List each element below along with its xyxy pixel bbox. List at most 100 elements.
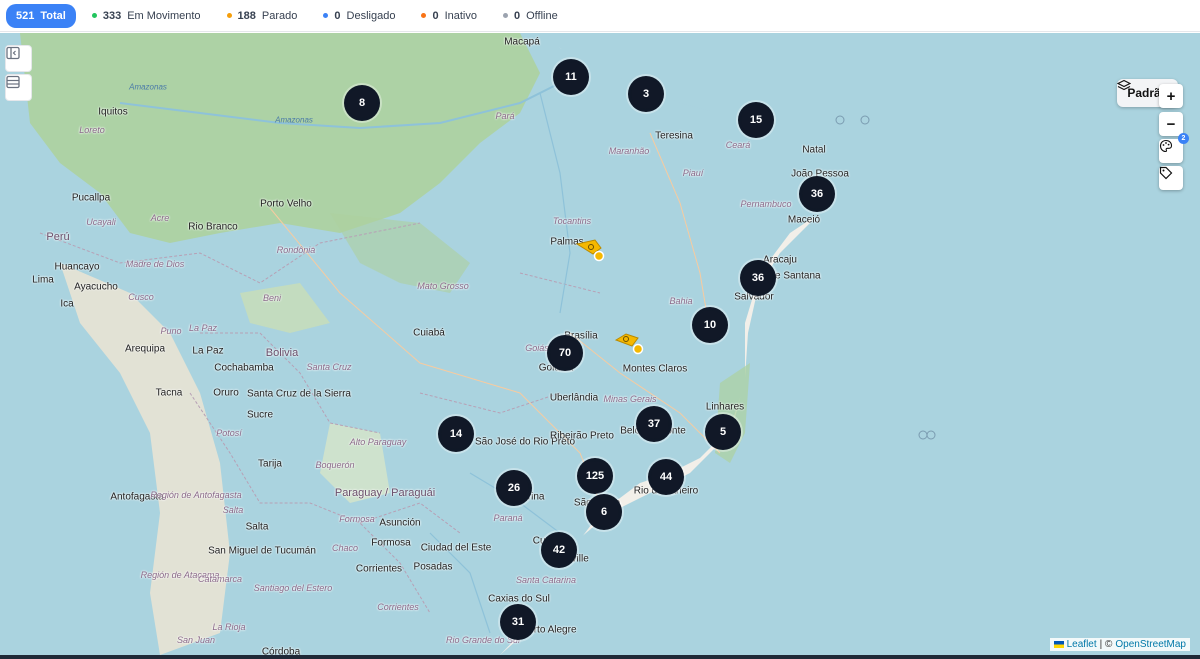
attribution-separator: | © — [1099, 639, 1113, 650]
place-label: Tarija — [258, 458, 282, 470]
offline-status-dot — [502, 13, 508, 18]
inactive-label: Inativo — [444, 9, 477, 22]
place-label: Paraná — [493, 513, 523, 523]
place-label: Santiago del Estero — [253, 583, 333, 593]
vehicle-cluster[interactable]: 36 — [740, 260, 776, 296]
place-label: Maranhão — [608, 146, 650, 156]
place-label: Cuiabá — [413, 327, 445, 339]
place-label: Chaco — [331, 543, 359, 553]
tag-icon — [1159, 166, 1173, 180]
filter-total-chip[interactable]: 521 Total — [6, 3, 76, 28]
place-label: Porto Velho — [260, 198, 312, 210]
place-label: Asunción — [379, 517, 421, 529]
vehicle-cluster[interactable]: 15 — [738, 102, 774, 138]
place-label: Oruro — [213, 387, 239, 399]
place-label: Macapá — [504, 36, 540, 48]
filter-inactive-chip[interactable]: 0 Inativo — [411, 4, 487, 28]
vehicle-cluster[interactable]: 8 — [344, 85, 380, 121]
total-label: Total — [40, 9, 66, 22]
filter-offline-chip[interactable]: 0 Offline — [493, 4, 568, 28]
place-label: Ciudad del Este — [420, 542, 492, 554]
vehicle-cluster[interactable]: 44 — [648, 459, 684, 495]
place-label: Linhares — [705, 401, 745, 413]
sidebar-toggle-button[interactable] — [5, 45, 32, 72]
map-canvas[interactable]: Macapá Amazonas Iquitos Loreto Amazonas … — [0, 33, 1200, 655]
place-label: Mato Grosso — [417, 281, 469, 291]
vehicle-cluster[interactable]: 11 — [553, 59, 589, 95]
layers-icon — [1117, 79, 1132, 91]
place-label: Huancayo — [54, 261, 100, 273]
place-label: Perú — [46, 231, 70, 243]
filter-moving-chip[interactable]: 333 Em Movimento — [82, 4, 211, 28]
place-label: Pernambuco — [740, 199, 792, 209]
vehicle-cluster[interactable]: 42 — [541, 532, 577, 568]
place-label: Madre de Dios — [125, 259, 185, 269]
place-label: Formosa — [371, 537, 411, 549]
place-label: Natal — [802, 144, 826, 156]
vehicle-cluster[interactable]: 36 — [799, 176, 835, 212]
palette-button[interactable]: 2 — [1159, 133, 1189, 163]
vehicle-cluster[interactable]: 125 — [577, 458, 613, 494]
place-label: Bahia — [669, 296, 693, 306]
moving-label: Em Movimento — [127, 9, 201, 22]
place-label: Tacna — [155, 387, 183, 399]
off-label: Desligado — [346, 9, 396, 22]
vehicle-cluster[interactable]: 10 — [692, 307, 728, 343]
vehicle-cluster[interactable]: 3 — [628, 76, 664, 112]
filter-stopped-chip[interactable]: 188 Parado — [217, 4, 308, 28]
place-label: Santa Catarina — [515, 575, 577, 585]
place-label: Lima — [32, 274, 54, 286]
place-label: Maceió — [787, 214, 821, 226]
vehicle-cluster[interactable]: 5 — [705, 414, 741, 450]
zoom-out-button[interactable]: − — [1159, 112, 1183, 136]
place-label: Goiás — [525, 343, 549, 353]
place-label: Bolivia — [265, 347, 299, 359]
vehicle-cluster[interactable]: 14 — [438, 416, 474, 452]
vehicle-cluster[interactable]: 31 — [500, 604, 536, 640]
forest-area — [20, 33, 540, 243]
moving-status-dot — [91, 13, 97, 18]
map-basemap — [0, 33, 1200, 655]
forest-area-3 — [240, 283, 330, 333]
sidebar-panel-icon — [6, 46, 20, 60]
vehicle-cluster[interactable]: 70 — [547, 335, 583, 371]
status-bar: 521 Total 333 Em Movimento 188 Parado 0 … — [0, 0, 1200, 32]
place-label: Salta — [222, 505, 244, 515]
list-view-button[interactable] — [5, 74, 32, 101]
place-label: Rondônia — [276, 245, 316, 255]
place-label: Corrientes — [377, 602, 419, 612]
place-label: Posadas — [413, 561, 453, 573]
zoom-in-button[interactable]: + — [1159, 84, 1183, 108]
place-label: Cusco — [128, 292, 154, 302]
place-label: Cochabamba — [214, 362, 274, 374]
vehicle-cluster[interactable]: 6 — [586, 494, 622, 530]
vehicle-cluster[interactable]: 37 — [636, 406, 672, 442]
river-2 — [539, 92, 571, 314]
place-label: Acre — [150, 213, 170, 223]
vehicle-cluster[interactable]: 26 — [496, 470, 532, 506]
place-label: La Rioja — [212, 622, 246, 632]
place-label: Boquerón — [315, 460, 355, 470]
place-label: Ucayali — [86, 217, 116, 227]
place-label: Pará — [495, 111, 515, 121]
place-label: Córdoba — [261, 646, 301, 656]
pacific-ocean — [0, 183, 165, 655]
place-label: Salta — [245, 521, 269, 533]
stopped-count: 188 — [237, 9, 256, 22]
filter-off-chip[interactable]: 0 Desligado — [313, 4, 405, 28]
place-label: Pucallpa — [71, 192, 111, 204]
place-label: San Miguel de Tucumán — [208, 545, 316, 557]
place-label: Catamarca — [197, 574, 243, 584]
place-label: Potosí — [216, 428, 242, 438]
place-label: Teresina — [655, 130, 693, 142]
leaflet-link[interactable]: Leaflet — [1067, 639, 1097, 650]
osm-link[interactable]: OpenStreetMap — [1115, 639, 1186, 650]
palette-count-badge: 2 — [1178, 133, 1189, 144]
off-count: 0 — [334, 9, 341, 22]
place-label: Arequipa — [124, 343, 166, 355]
inactive-status-dot — [421, 13, 427, 18]
labels-button[interactable] — [1159, 166, 1183, 190]
place-label: Uberlândia — [549, 392, 599, 404]
place-label: Montes Claros — [622, 363, 688, 375]
place-label: Piauí — [682, 168, 704, 178]
